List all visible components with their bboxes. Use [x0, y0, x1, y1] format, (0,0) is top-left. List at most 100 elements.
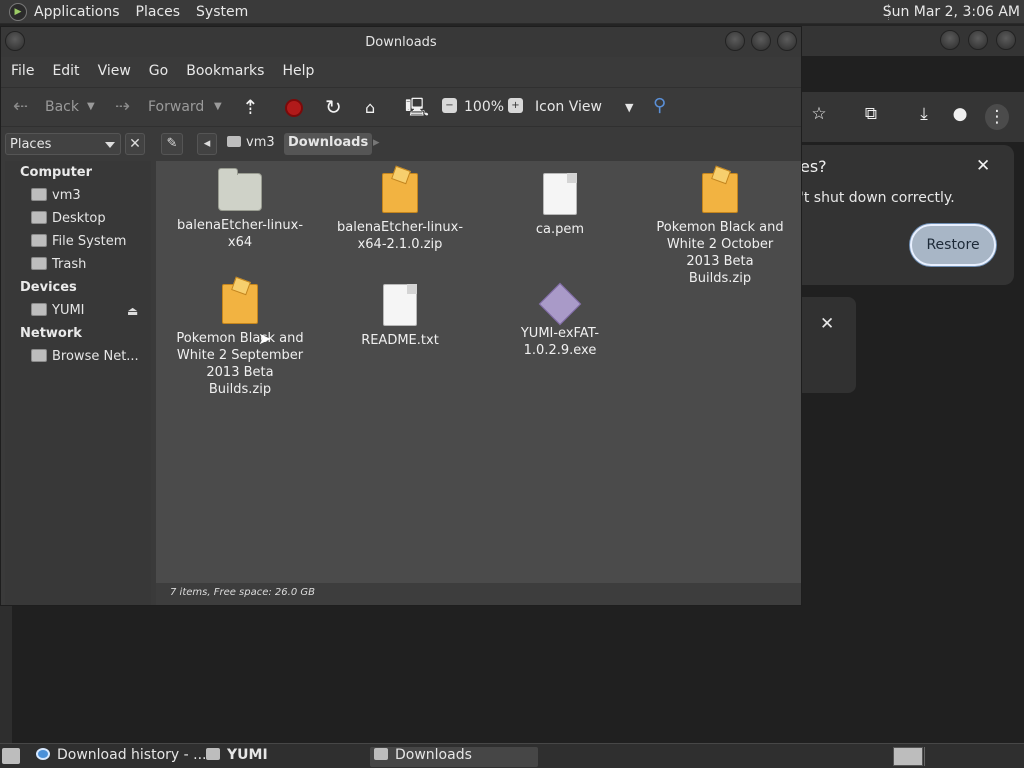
window-menu-icon[interactable]: [5, 31, 25, 51]
view-mode-select[interactable]: Icon View: [535, 99, 602, 115]
file-item[interactable]: Pokemon Black and White 2 October 2013 B…: [655, 173, 785, 287]
workspace-switcher[interactable]: [893, 747, 923, 766]
back-button[interactable]: Back: [45, 99, 79, 115]
browser-icon: [36, 748, 50, 760]
workspace-divider: [924, 747, 925, 766]
sidebar-selector[interactable]: Places: [5, 133, 121, 155]
file-item[interactable]: YUMI-exFAT-1.0.2.9.exe: [495, 282, 625, 359]
computer-icon[interactable]: 🖳: [405, 95, 429, 125]
profile-icon[interactable]: ●: [949, 104, 971, 130]
mouse-pointer-icon: ➤: [258, 329, 272, 348]
clock[interactable]: Sun Mar 2, 3:06 AM: [883, 4, 1020, 20]
breadcrumb-vm3[interactable]: vm3: [223, 133, 279, 155]
folder-icon: [218, 168, 262, 211]
file-item[interactable]: README.txt: [335, 284, 465, 349]
file-name: Pokemon Black and White 2 October 2013 B…: [656, 220, 784, 286]
reload-icon[interactable]: ↻: [325, 95, 342, 119]
file-name: Pokemon Black and White 2 September 2013…: [176, 331, 304, 397]
menu-file[interactable]: File: [11, 63, 34, 79]
breadcrumb-downloads[interactable]: Downloads: [284, 133, 373, 155]
file-view[interactable]: balenaEtcher-linux-x64 balenaEtcher-linu…: [156, 161, 801, 605]
forward-history-chevron-icon[interactable]: ▼: [214, 101, 222, 112]
zoom-out-icon[interactable]: −: [442, 98, 457, 113]
window-title: Downloads: [365, 34, 437, 50]
task-yumi[interactable]: YUMI: [206, 747, 366, 767]
window-titlebar[interactable]: Downloads: [1, 27, 801, 57]
sidebar-item-label: Browse Net...: [52, 349, 139, 364]
file-name: balenaEtcher-linux-x64: [176, 218, 304, 250]
up-arrow-icon[interactable]: ⇡: [242, 95, 259, 119]
file-item[interactable]: ca.pem: [495, 173, 625, 238]
file-item[interactable]: balenaEtcher-linux-x64-2.1.0.zip: [335, 173, 465, 253]
system-menu[interactable]: System: [196, 4, 248, 20]
taskbar: Download history - ... YUMI Downloads: [0, 743, 1024, 768]
maximize-icon[interactable]: [751, 31, 771, 51]
sidebar-item-desktop[interactable]: Desktop: [31, 211, 147, 226]
menu-edit[interactable]: Edit: [52, 63, 79, 79]
sidebar-item-browse-network[interactable]: Browse Net...: [31, 349, 147, 364]
sidebar-item-yumi[interactable]: YUMI: [31, 303, 121, 318]
close-sidebar-icon[interactable]: ✕: [125, 133, 145, 155]
file-item[interactable]: balenaEtcher-linux-x64: [175, 168, 305, 251]
applications-menu[interactable]: Applications: [34, 4, 120, 20]
breadcrumb-label: vm3: [246, 135, 275, 150]
search-icon[interactable]: ⚲: [653, 95, 666, 116]
task-downloads[interactable]: Downloads: [370, 747, 538, 767]
back-history-chevron-icon[interactable]: ▼: [87, 101, 95, 112]
show-desktop-icon[interactable]: [2, 748, 20, 764]
popup-close-icon[interactable]: ✕: [820, 314, 834, 334]
archive-icon: [222, 284, 258, 324]
sidebar-item-label: Desktop: [52, 211, 106, 226]
status-text: 7 items, Free space: 26.0 GB: [170, 587, 315, 598]
document-icon: [543, 173, 577, 215]
menu-bookmarks[interactable]: Bookmarks: [186, 63, 264, 79]
stop-icon[interactable]: [285, 99, 303, 117]
document-icon: [383, 284, 417, 326]
maximize-icon[interactable]: [968, 30, 988, 50]
extensions-icon[interactable]: ⧉: [860, 104, 882, 130]
location-bar: Places ✕ ✎ ◂ vm3 Downloads ▸: [1, 129, 801, 159]
path-left-arrow-icon[interactable]: ◂: [197, 133, 217, 155]
file-name: README.txt: [361, 333, 439, 348]
file-name: balenaEtcher-linux-x64-2.1.0.zip: [336, 220, 464, 252]
sidebar-section-computer: Computer: [20, 165, 93, 180]
places-menu[interactable]: Places: [136, 4, 181, 20]
minimize-icon[interactable]: [725, 31, 745, 51]
toolbar: ⇠ Back ▼ ⇢ Forward ▼ ⇡ ↻ ⌂ 🖳 − 100% + Ic…: [1, 87, 801, 127]
dialog-title: es?: [800, 157, 827, 176]
menu-view[interactable]: View: [98, 63, 131, 79]
minimize-icon[interactable]: [940, 30, 960, 50]
restore-button[interactable]: Restore: [910, 224, 996, 266]
dialog-message: 't shut down correctly.: [800, 190, 955, 206]
menu-help[interactable]: Help: [282, 63, 314, 79]
sidebar-item-vm3[interactable]: vm3: [31, 188, 147, 203]
usb-drive-icon: [31, 303, 47, 316]
file-item[interactable]: Pokemon Black and White 2 September 2013…: [175, 284, 305, 398]
home-icon[interactable]: ⌂: [365, 98, 375, 117]
task-download-history[interactable]: Download history - ...: [36, 747, 207, 767]
executable-icon: [538, 282, 582, 326]
more-menu-icon[interactable]: ⋮: [985, 104, 1009, 130]
forward-button[interactable]: Forward: [148, 99, 204, 115]
menu-go[interactable]: Go: [149, 63, 168, 79]
eject-icon[interactable]: ⏏: [127, 304, 138, 318]
distro-logo-icon: ▶: [9, 2, 27, 21]
back-arrow-icon: ⇠: [13, 96, 29, 117]
dialog-close-icon[interactable]: ✕: [976, 156, 990, 176]
download-icon[interactable]: ⤓: [913, 104, 935, 130]
path-right-arrow-icon[interactable]: ▸: [369, 133, 384, 155]
task-label: Download history - ...: [57, 747, 207, 763]
folder-icon: [374, 748, 388, 760]
sidebar-item-trash[interactable]: Trash: [31, 257, 147, 272]
close-icon[interactable]: [777, 31, 797, 51]
sidebar-item-filesystem[interactable]: File System: [31, 234, 147, 249]
trash-icon: [31, 257, 47, 270]
close-icon[interactable]: [996, 30, 1016, 50]
bookmark-star-icon[interactable]: ☆: [808, 104, 830, 130]
zoom-in-icon[interactable]: +: [508, 98, 523, 113]
sidebar-item-label: vm3: [52, 188, 81, 203]
places-sidebar: Computer vm3 Desktop File System Trash D…: [5, 161, 151, 605]
zoom-level: 100%: [464, 99, 505, 115]
toggle-location-edit-icon[interactable]: ✎: [161, 133, 183, 155]
view-mode-chevron-down-icon[interactable]: ▼: [625, 101, 633, 114]
